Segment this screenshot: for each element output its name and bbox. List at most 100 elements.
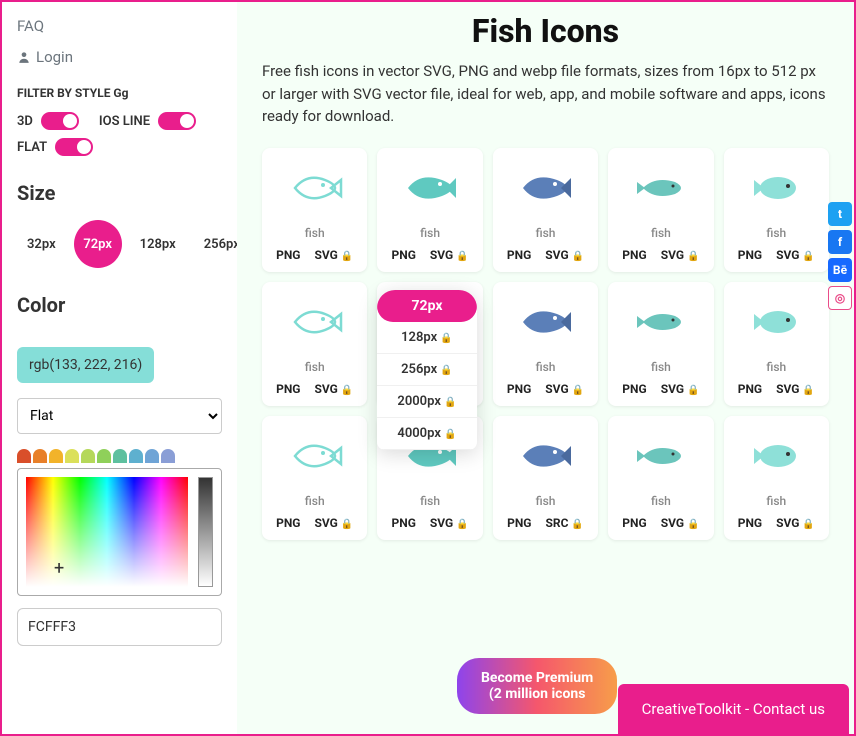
icon-card[interactable]: fish PNG SVG 🔒 [608, 416, 713, 540]
fish-icon [267, 426, 362, 486]
download-png[interactable]: PNG [507, 516, 531, 530]
download-png[interactable]: PNG [276, 516, 300, 530]
color-swatch[interactable] [49, 449, 63, 463]
social-dribbble-icon[interactable]: ◎ [828, 286, 852, 310]
color-spectrum[interactable]: + [26, 477, 188, 587]
download-svg[interactable]: SVG 🔒 [776, 248, 815, 262]
social-twitter-icon[interactable]: t [828, 202, 852, 226]
icon-card[interactable]: fish PNG SVG 🔒 [262, 282, 367, 406]
download-png[interactable]: PNG [507, 382, 531, 396]
toggle-3d[interactable] [41, 112, 79, 130]
download-png[interactable]: PNG [276, 248, 300, 262]
size-128[interactable]: 128px [130, 229, 186, 260]
dropdown-item[interactable]: 256px 🔒 [377, 354, 477, 386]
color-swatch[interactable] [17, 449, 31, 463]
toggle-label-flat: FLAT [17, 140, 47, 155]
download-png[interactable]: PNG [507, 248, 531, 262]
download-svg[interactable]: SVG 🔒 [776, 516, 815, 530]
color-swatch[interactable] [145, 449, 159, 463]
icon-card[interactable]: fish PNG SVG 🔒 [608, 282, 713, 406]
color-swatch[interactable] [161, 449, 175, 463]
icon-card[interactable]: fish PNG SVG 🔒 [724, 148, 829, 272]
download-svg[interactable]: SVG 🔒 [315, 248, 354, 262]
download-png[interactable]: PNG [622, 516, 646, 530]
fish-icon [382, 158, 477, 218]
download-svg[interactable]: SVG 🔒 [315, 382, 354, 396]
color-swatch[interactable] [33, 449, 47, 463]
lock-icon: 🔒 [802, 251, 814, 262]
icon-label: fish [613, 360, 708, 374]
icon-card[interactable]: fish PNG SVG 🔒 [724, 282, 829, 406]
color-swatches [17, 449, 222, 463]
nav-faq[interactable]: FAQ [17, 12, 222, 40]
icon-card[interactable]: fish PNG SVG 🔒 [724, 416, 829, 540]
download-svg[interactable]: SVG 🔒 [315, 516, 354, 530]
toggle-flat[interactable] [55, 138, 93, 156]
download-png[interactable]: PNG [622, 382, 646, 396]
icon-label: fish [267, 494, 362, 508]
icon-label: fish [729, 226, 824, 240]
color-swatch[interactable] [97, 449, 111, 463]
icon-card[interactable]: fish PNG SVG 🔒 [493, 148, 598, 272]
icon-card[interactable]: fish PNG SVG 🔒 [493, 282, 598, 406]
size-72[interactable]: 72px [74, 220, 122, 268]
lock-icon: 🔒 [440, 333, 452, 344]
nav-login[interactable]: Login [17, 48, 222, 66]
dropdown-item[interactable]: 4000px 🔒 [377, 418, 477, 450]
color-swatch[interactable] [129, 449, 143, 463]
main-content: Fish Icons Free fish icons in vector SVG… [237, 2, 854, 734]
color-value-chip[interactable]: rgb(133, 222, 216) [17, 347, 154, 383]
fish-icon [613, 426, 708, 486]
download-png[interactable]: PNG [622, 248, 646, 262]
download-png[interactable]: PNG [392, 248, 416, 262]
download-png[interactable]: PNG [392, 516, 416, 530]
spectrum-cursor-icon[interactable]: + [54, 558, 64, 579]
icon-card[interactable]: fish PNG SRC 🔒 [493, 416, 598, 540]
color-swatch[interactable] [113, 449, 127, 463]
dropdown-item[interactable]: 2000px 🔒 [377, 386, 477, 418]
download-png[interactable]: PNG [738, 248, 762, 262]
hue-slider[interactable] [198, 477, 213, 587]
download-svg[interactable]: SVG 🔒 [430, 516, 469, 530]
download-svg[interactable]: SVG 🔒 [545, 382, 584, 396]
download-svg[interactable]: SVG 🔒 [661, 248, 700, 262]
icon-card[interactable]: fish PNG SVG 🔒 [262, 148, 367, 272]
fish-icon [498, 292, 593, 352]
contact-button[interactable]: CreativeToolkit - Contact us [618, 684, 849, 734]
icon-card[interactable]: fish PNG SVG 🔒 [262, 416, 367, 540]
download-svg[interactable]: SVG 🔒 [661, 382, 700, 396]
download-png[interactable]: PNG [738, 516, 762, 530]
lock-icon: 🔒 [456, 251, 468, 262]
download-svg[interactable]: SVG 🔒 [545, 248, 584, 262]
user-icon [17, 50, 31, 64]
sidebar: FAQ Login FILTER BY STYLE Gg 3D IOS LINE… [2, 2, 237, 734]
social-facebook-icon[interactable]: f [828, 230, 852, 254]
dropdown-item[interactable]: 128px 🔒 [377, 322, 477, 354]
png-size-dropdown: 72px 128px 🔒 256px 🔒 2000px 🔒 4000px 🔒 [377, 290, 477, 450]
social-behance-icon[interactable]: Bē [828, 258, 852, 282]
color-hex-input[interactable]: FCFFF3 [17, 608, 222, 646]
fish-icon [613, 158, 708, 218]
download-svg[interactable]: SVG 🔒 [661, 516, 700, 530]
icon-card[interactable]: fish PNG SVG 🔒 [377, 148, 482, 272]
icon-label: fish [498, 494, 593, 508]
fish-icon [498, 426, 593, 486]
size-32[interactable]: 32px [17, 229, 66, 260]
color-preset-select[interactable]: Flat [17, 398, 222, 434]
download-png[interactable]: PNG [738, 382, 762, 396]
icon-label: fish [267, 360, 362, 374]
download-png[interactable]: PNG [276, 382, 300, 396]
color-picker[interactable]: + [17, 468, 222, 596]
toggle-ios-line[interactable] [158, 112, 196, 130]
color-swatch[interactable] [65, 449, 79, 463]
fish-icon [729, 426, 824, 486]
download-svg[interactable]: SVG 🔒 [430, 248, 469, 262]
download-svg[interactable]: SVG 🔒 [776, 382, 815, 396]
download-svg[interactable]: SRC 🔒 [546, 516, 584, 530]
color-swatch[interactable] [81, 449, 95, 463]
icon-card[interactable]: fish PNG SVG 🔒 [608, 148, 713, 272]
fish-icon [729, 158, 824, 218]
premium-button[interactable]: Become Premium (2 million icons [457, 658, 617, 714]
icon-label: fish [382, 494, 477, 508]
dropdown-active-size[interactable]: 72px [377, 290, 477, 322]
